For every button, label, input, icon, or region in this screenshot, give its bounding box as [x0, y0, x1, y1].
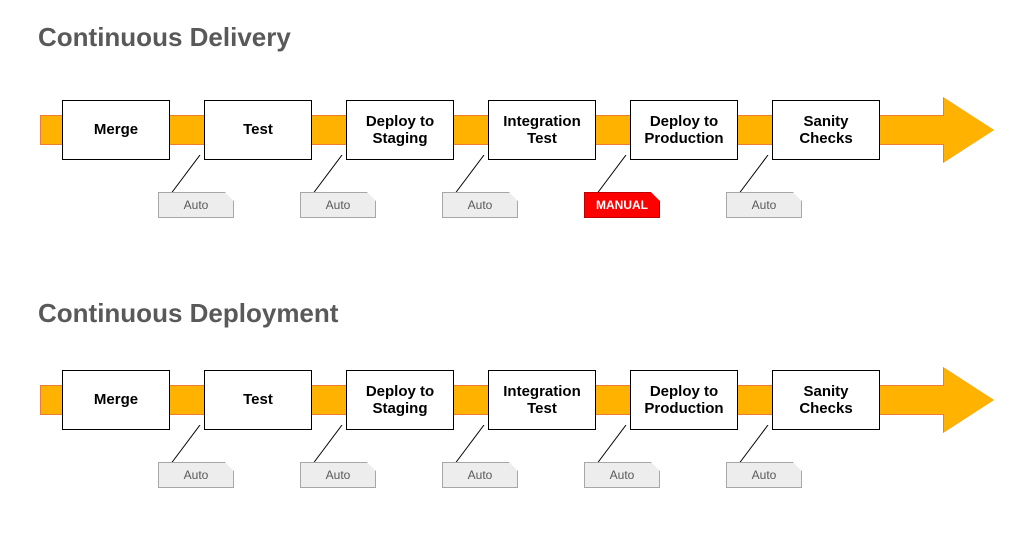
- title-continuous-delivery: Continuous Delivery: [38, 22, 291, 53]
- stage-merge: Merge: [62, 370, 170, 430]
- stage-deploy-production: Deploy to Production: [630, 100, 738, 160]
- tag-auto: Auto: [300, 192, 376, 218]
- tag-auto: Auto: [158, 192, 234, 218]
- pipeline-delivery: Merge Test Deploy to Staging Integration…: [30, 100, 1000, 220]
- stage-deploy-production: Deploy to Production: [630, 370, 738, 430]
- tag-auto: Auto: [726, 192, 802, 218]
- tag-auto: Auto: [158, 462, 234, 488]
- title-continuous-deployment: Continuous Deployment: [38, 298, 338, 329]
- tag-auto: Auto: [442, 462, 518, 488]
- stage-merge: Merge: [62, 100, 170, 160]
- stage-test: Test: [204, 100, 312, 160]
- pipeline-deployment: Merge Test Deploy to Staging Integration…: [30, 370, 1000, 490]
- stage-test: Test: [204, 370, 312, 430]
- tag-auto: Auto: [584, 462, 660, 488]
- stage-deploy-staging: Deploy to Staging: [346, 370, 454, 430]
- tag-auto: Auto: [726, 462, 802, 488]
- tag-auto: Auto: [442, 192, 518, 218]
- tag-auto: Auto: [300, 462, 376, 488]
- stage-deploy-staging: Deploy to Staging: [346, 100, 454, 160]
- stage-sanity-checks: Sanity Checks: [772, 370, 880, 430]
- stage-integration-test: Integration Test: [488, 370, 596, 430]
- tag-manual: MANUAL: [584, 192, 660, 218]
- stage-integration-test: Integration Test: [488, 100, 596, 160]
- stage-sanity-checks: Sanity Checks: [772, 100, 880, 160]
